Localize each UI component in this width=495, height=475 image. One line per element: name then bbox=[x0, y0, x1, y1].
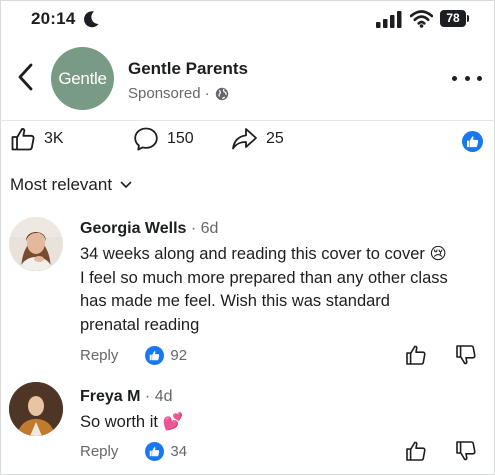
comment-line: has made me feel. Wish this was standard bbox=[80, 292, 390, 310]
moon-icon bbox=[84, 11, 99, 28]
back-chevron-icon[interactable] bbox=[13, 62, 39, 92]
chevron-down-icon bbox=[120, 181, 132, 189]
like-action[interactable]: 3K bbox=[10, 126, 64, 152]
comment-line: So worth it 💕 bbox=[80, 413, 184, 431]
battery-level: 78 bbox=[446, 11, 460, 25]
status-bar: 20:14 78 bbox=[0, 0, 495, 40]
post-header: Gentle Gentle Parents Sponsored · bbox=[0, 40, 495, 120]
share-action[interactable]: 25 bbox=[231, 126, 284, 152]
more-dots-icon bbox=[452, 75, 457, 81]
signal-icon bbox=[376, 11, 402, 28]
share-icon bbox=[232, 128, 257, 150]
reply-button[interactable]: Reply bbox=[80, 347, 118, 364]
more-options-button[interactable] bbox=[452, 69, 482, 87]
comment-author-row: Freya M · 4d bbox=[80, 388, 173, 405]
like-reaction-icon bbox=[145, 442, 165, 461]
comment-author[interactable]: Georgia Wells bbox=[80, 220, 186, 237]
post-action-bar: 3K 150 25 bbox=[0, 122, 495, 162]
thumbs-up-icon[interactable] bbox=[405, 440, 427, 462]
sponsored-text: Sponsored · bbox=[128, 85, 210, 102]
like-count: 3K bbox=[44, 130, 64, 147]
comment-text: So worth it 💕 bbox=[80, 411, 475, 435]
comment-reaction[interactable]: 34 bbox=[145, 442, 187, 461]
thumbs-down-icon[interactable] bbox=[455, 440, 477, 462]
like-reaction-icon bbox=[145, 346, 165, 365]
comment-actions-row: Reply 34 bbox=[80, 442, 187, 461]
wifi-icon bbox=[410, 10, 433, 28]
thumbs-up-icon[interactable] bbox=[405, 344, 427, 366]
reaction-count: 34 bbox=[170, 443, 188, 460]
like-reaction-badge[interactable] bbox=[462, 131, 483, 152]
reply-button[interactable]: Reply bbox=[80, 443, 118, 460]
comment-line: prenatal reading bbox=[80, 315, 200, 334]
comment-action[interactable]: 150 bbox=[133, 126, 194, 152]
sort-dropdown[interactable]: Most relevant bbox=[10, 175, 132, 195]
like-icon bbox=[11, 128, 35, 151]
page-name[interactable]: Gentle Parents bbox=[128, 59, 248, 79]
sponsored-label: Sponsored · bbox=[128, 85, 229, 102]
comment-count: 150 bbox=[167, 130, 194, 147]
comment-text: 34 weeks along and reading this cover to… bbox=[80, 243, 475, 337]
thumbs-up-icon bbox=[466, 136, 479, 148]
comment-line: I feel so much more prepared than any ot… bbox=[80, 268, 448, 287]
battery-indicator: 78 bbox=[440, 10, 470, 27]
comment-line: 34 weeks along and reading this cover to… bbox=[80, 245, 447, 263]
avatar[interactable] bbox=[9, 217, 63, 271]
page-avatar[interactable]: Gentle bbox=[51, 47, 114, 110]
comment-author-row: Georgia Wells · 6d bbox=[80, 220, 219, 237]
comment-actions-row: Reply 92 bbox=[80, 346, 187, 365]
comment-author[interactable]: Freya M bbox=[80, 388, 140, 405]
header-divider bbox=[0, 120, 495, 121]
avatar[interactable] bbox=[9, 382, 63, 436]
comment-time: 6d bbox=[200, 220, 219, 237]
thumbs-down-icon[interactable] bbox=[455, 344, 477, 366]
share-count: 25 bbox=[266, 130, 284, 147]
comment-time: 4d bbox=[154, 388, 173, 405]
comment-icon bbox=[134, 127, 158, 151]
status-time: 20:14 bbox=[31, 9, 76, 28]
globe-icon bbox=[215, 87, 228, 100]
sort-label: Most relevant bbox=[10, 175, 113, 194]
comment-reaction[interactable]: 92 bbox=[145, 346, 187, 365]
reaction-count: 92 bbox=[170, 347, 188, 364]
